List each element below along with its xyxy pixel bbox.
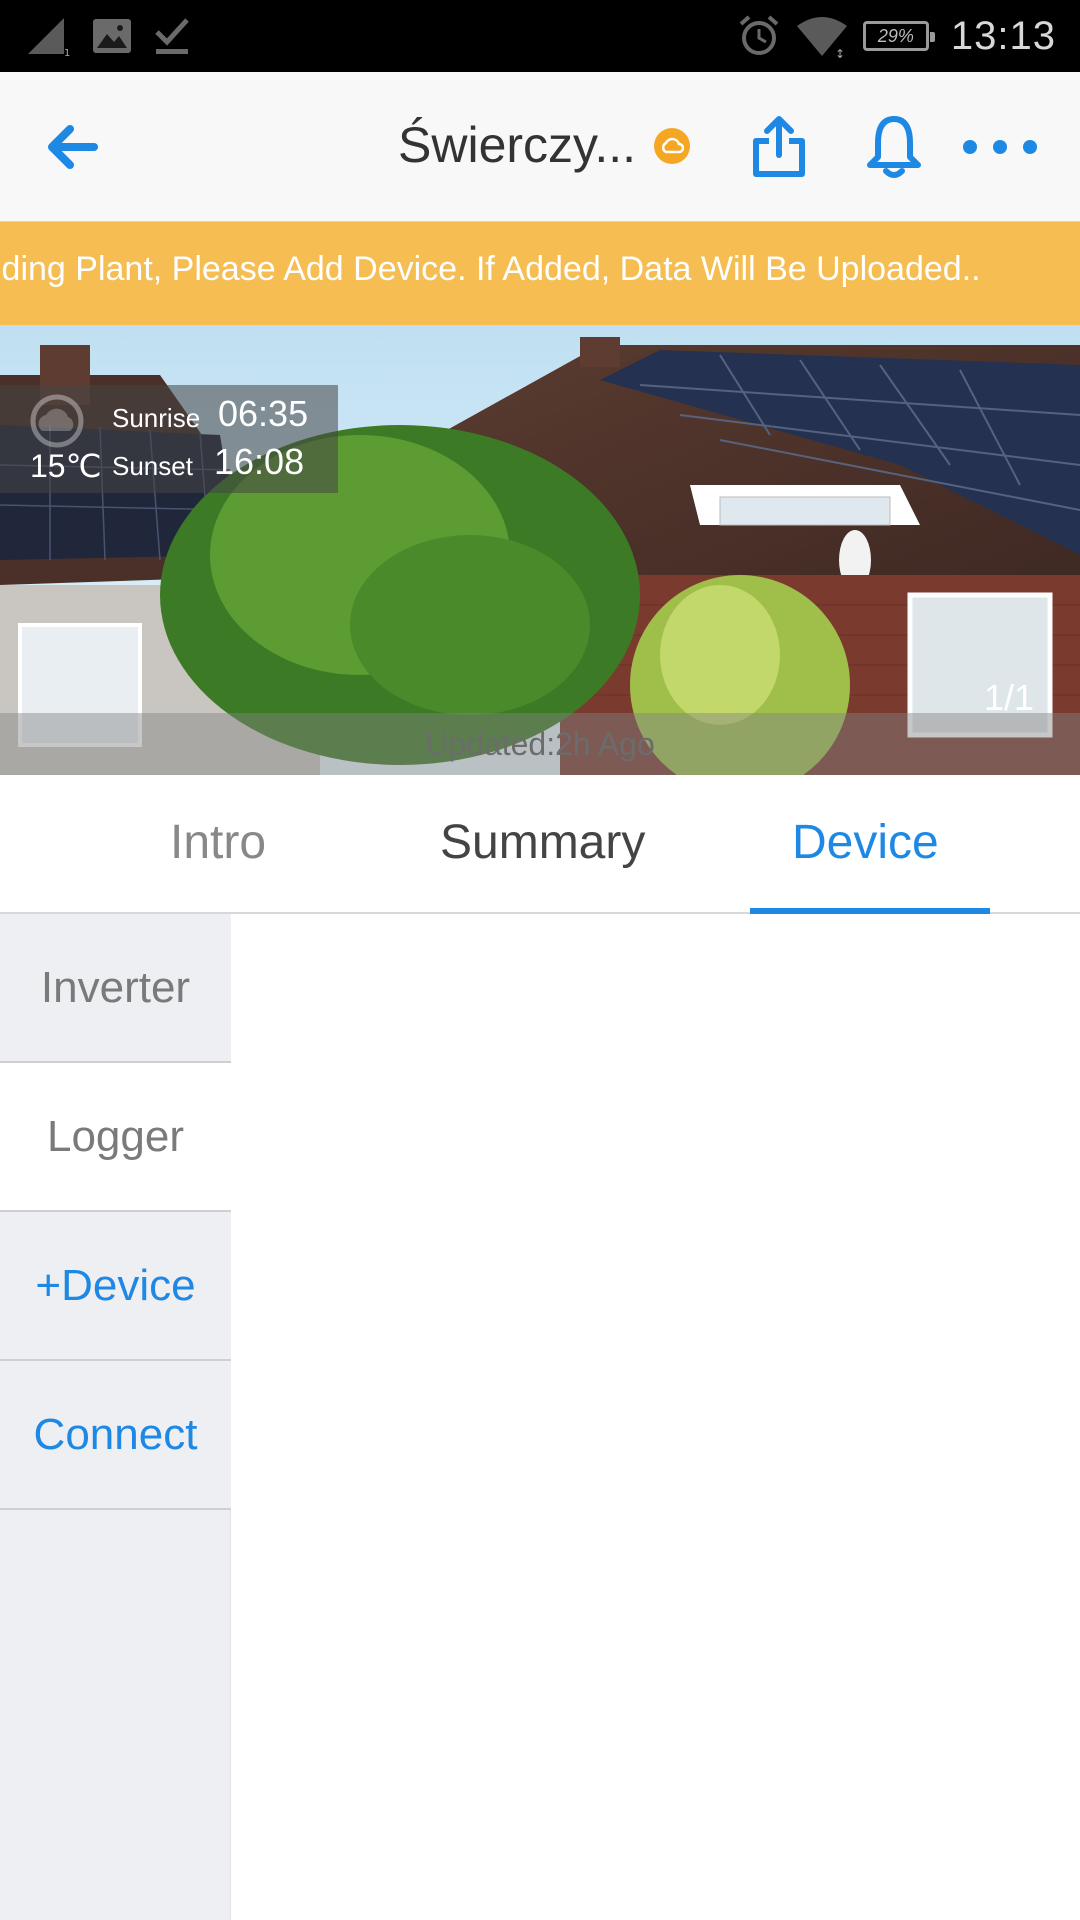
app-screen: 1 ↕ 29% 13:13 Świerczy... lding Plant, P… xyxy=(0,0,1080,1920)
cloud-status-badge xyxy=(654,128,690,164)
sunset-label: Sunset xyxy=(112,451,193,481)
updated-text: Updated:2h Ago xyxy=(425,725,655,762)
weather-cloud-icon xyxy=(30,394,84,448)
notifications-button[interactable] xyxy=(860,112,928,182)
battery-level: 29% xyxy=(877,25,914,46)
sunset-time: 16:08 xyxy=(214,441,305,482)
more-dots-icon xyxy=(963,140,1037,154)
app-bar: Świerczy... xyxy=(0,72,1080,222)
back-arrow-icon xyxy=(48,125,98,169)
svg-text:↕: ↕ xyxy=(835,47,845,58)
sidebar-item-inverter[interactable]: Inverter xyxy=(0,914,231,1063)
status-clock: 13:13 xyxy=(950,13,1056,58)
device-sidebar: Inverter Logger +Device Connect xyxy=(0,914,231,1920)
notice-text: lding Plant, Please Add Device. If Added… xyxy=(0,250,981,288)
image-icon xyxy=(93,19,131,53)
svg-text:1: 1 xyxy=(64,48,70,56)
add-device-button[interactable]: +Device xyxy=(0,1212,231,1361)
weather-panel: 15℃ Sunrise 06:35 Sunset 16:08 xyxy=(0,385,338,493)
updated-bar: Updated:2h Ago xyxy=(0,713,1080,775)
sidebar-item-logger[interactable]: Logger xyxy=(0,1063,231,1212)
sidebar-item-label: +Device xyxy=(35,1260,196,1310)
device-list-area xyxy=(231,914,1080,1920)
alarm-icon xyxy=(739,15,779,55)
sidebar-item-label: Connect xyxy=(33,1409,198,1459)
tab-summary[interactable]: Summary xyxy=(440,815,645,870)
share-icon xyxy=(753,116,805,177)
sunrise-label: Sunrise xyxy=(112,403,201,433)
sidebar-item-label: Logger xyxy=(46,1111,184,1161)
sunrise-time: 06:35 xyxy=(218,393,309,434)
temperature-value: 15℃ xyxy=(30,448,102,484)
signal-icon: 1 xyxy=(28,18,70,56)
page-title: Świerczy... xyxy=(398,117,636,173)
status-right-icons: ↕ 29% 13:13 xyxy=(737,12,1056,60)
battery-indicator: 29% xyxy=(862,21,935,51)
tab-device[interactable]: Device xyxy=(792,815,939,870)
bell-icon xyxy=(867,116,921,178)
notice-banner[interactable]: lding Plant, Please Add Device. If Added… xyxy=(0,222,1080,325)
more-options-button[interactable] xyxy=(960,122,1040,172)
plant-photo-carousel[interactable]: 15℃ Sunrise 06:35 Sunset 16:08 1/1 Updat… xyxy=(0,325,1080,775)
connect-button[interactable]: Connect xyxy=(0,1361,231,1510)
wifi-icon: ↕ xyxy=(796,17,847,58)
tab-intro[interactable]: Intro xyxy=(170,815,266,870)
back-button[interactable] xyxy=(40,115,104,179)
status-bar: 1 ↕ 29% 13:13 xyxy=(0,0,1080,72)
status-left-icons: 1 xyxy=(26,12,190,60)
plant-tabs: Intro Summary Device xyxy=(0,775,1080,914)
share-button[interactable] xyxy=(746,112,812,182)
cloud-icon xyxy=(661,137,684,154)
sidebar-item-label: Inverter xyxy=(40,962,191,1012)
download-done-icon xyxy=(155,18,189,54)
